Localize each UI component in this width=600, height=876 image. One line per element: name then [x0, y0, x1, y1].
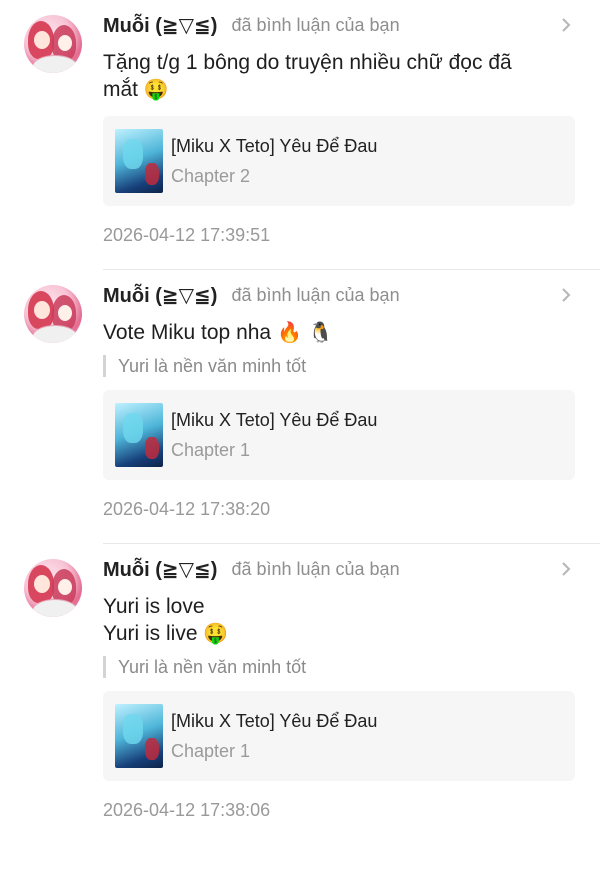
comment-line: Vote Miku top nha: [103, 321, 272, 344]
story-card[interactable]: [Miku X Teto] Yêu Để Đau Chapter 1: [103, 691, 575, 781]
avatar[interactable]: [24, 559, 82, 617]
chevron-right-icon[interactable]: [557, 16, 575, 34]
chevron-right-icon[interactable]: [557, 286, 575, 304]
money-face-emoji-icon: 🤑: [143, 77, 169, 101]
avatar[interactable]: [24, 285, 82, 343]
comment-line: Yuri is live: [103, 622, 198, 645]
chapter-label: Chapter 1: [171, 741, 251, 761]
comment-line: Yuri is love: [103, 595, 205, 618]
story-title: [Miku X Teto] Yêu Để Đau: [171, 136, 378, 156]
action-text: đã bình luận của bạn: [231, 284, 400, 305]
action-text: đã bình luận của bạn: [231, 558, 400, 579]
notification-item[interactable]: Muỗi (≧▽≦) đã bình luận của bạn Tặng t/g…: [0, 0, 600, 270]
story-card[interactable]: [Miku X Teto] Yêu Để Đau Chapter 2: [103, 116, 575, 206]
notification-feed: Muỗi (≧▽≦) đã bình luận của bạn Tặng t/g…: [0, 0, 600, 844]
comment-text: Yuri is love Yuri is live 🤑: [103, 593, 575, 647]
fire-penguin-emoji-icon: 🔥 🐧: [276, 320, 334, 344]
timestamp: 2026-04-12 17:38:20: [103, 499, 271, 519]
timestamp: 2026-04-12 17:39:51: [103, 225, 271, 245]
comment-text: Vote Miku top nha 🔥 🐧: [103, 319, 575, 346]
story-cover-image: [115, 403, 163, 467]
notification-header: Muỗi (≧▽≦) đã bình luận của bạn: [103, 13, 575, 38]
timestamp: 2026-04-12 17:38:06: [103, 800, 271, 820]
story-title: [Miku X Teto] Yêu Để Đau: [171, 711, 378, 731]
story-cover-image: [115, 704, 163, 768]
notification-header: Muỗi (≧▽≦) đã bình luận của bạn: [103, 557, 575, 582]
avatar[interactable]: [24, 15, 82, 73]
username[interactable]: Muỗi (≧▽≦): [103, 283, 217, 308]
story-title: [Miku X Teto] Yêu Để Đau: [171, 410, 378, 430]
chapter-label: Chapter 1: [171, 440, 251, 460]
notification-item[interactable]: Muỗi (≧▽≦) đã bình luận của bạn Yuri is …: [0, 544, 600, 844]
comment-text: Tặng t/g 1 bông do truyện nhiều chữ đọc …: [103, 49, 575, 103]
action-text: đã bình luận của bạn: [231, 14, 400, 35]
notification-header: Muỗi (≧▽≦) đã bình luận của bạn: [103, 283, 575, 308]
username[interactable]: Muỗi (≧▽≦): [103, 557, 217, 582]
notification-item[interactable]: Muỗi (≧▽≦) đã bình luận của bạn Vote Mik…: [0, 270, 600, 544]
money-face-emoji-icon: 🤑: [203, 621, 229, 645]
username[interactable]: Muỗi (≧▽≦): [103, 13, 217, 38]
quoted-comment: Yuri là nền văn minh tốt: [103, 355, 575, 377]
chevron-right-icon[interactable]: [557, 560, 575, 578]
comment-line: Tặng t/g 1 bông do truyện nhiều chữ đọc …: [103, 51, 512, 74]
comment-line: mắt: [103, 78, 139, 101]
chapter-label: Chapter 2: [171, 166, 251, 186]
story-card[interactable]: [Miku X Teto] Yêu Để Đau Chapter 1: [103, 390, 575, 480]
story-cover-image: [115, 129, 163, 193]
quoted-comment: Yuri là nền văn minh tốt: [103, 656, 575, 678]
